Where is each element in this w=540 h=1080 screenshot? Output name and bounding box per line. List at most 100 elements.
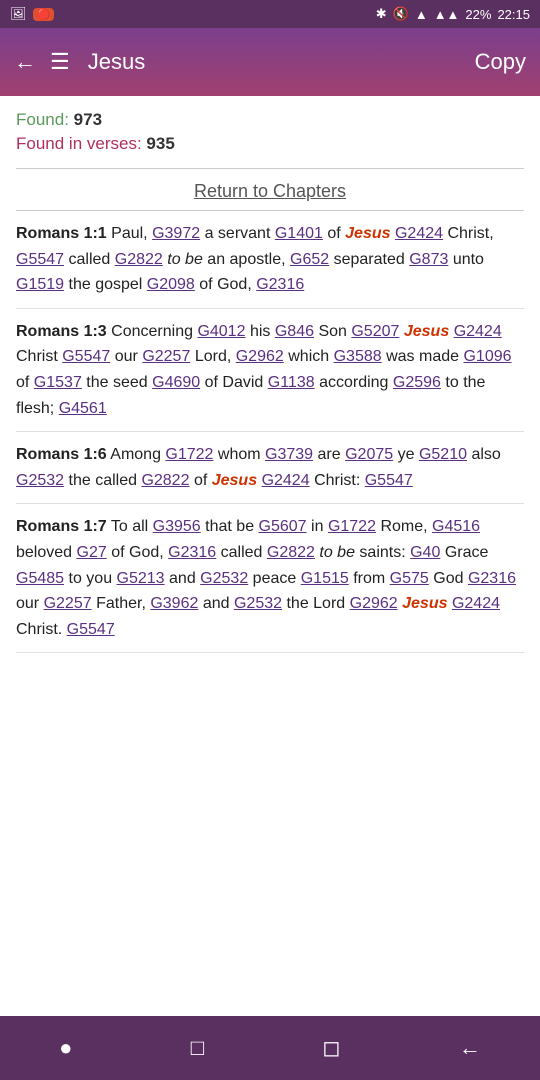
verse-text: Christ.: [16, 621, 67, 638]
greek-link-g3962[interactable]: G3962: [150, 595, 198, 612]
greek-link-g2962b[interactable]: G2962: [350, 595, 398, 612]
greek-link-g2316a[interactable]: G2316: [256, 276, 304, 293]
greek-link-g4561[interactable]: G4561: [59, 400, 107, 417]
greek-link-g2822b[interactable]: G2822: [141, 472, 189, 489]
mute-icon: 🔇: [393, 6, 409, 22]
overview-icon[interactable]: ◻: [322, 1035, 340, 1061]
greek-link-g5213[interactable]: G5213: [117, 570, 165, 587]
verse-text: Grace: [445, 544, 489, 561]
greek-link-g2075[interactable]: G2075: [345, 446, 393, 463]
verse-text: our: [16, 595, 44, 612]
verse-text: called: [221, 544, 267, 561]
greek-link-g652[interactable]: G652: [290, 251, 329, 268]
verse-text: to be an apostle,: [167, 251, 290, 268]
greek-link-g2822a[interactable]: G2822: [115, 251, 163, 268]
greek-link-g2424c[interactable]: G2424: [262, 472, 310, 489]
home-icon[interactable]: ●: [59, 1035, 72, 1061]
verse-text: and: [203, 595, 234, 612]
greek-link-g1401[interactable]: G1401: [275, 225, 323, 242]
greek-link-g873[interactable]: G873: [409, 251, 448, 268]
greek-link-g2098[interactable]: G2098: [147, 276, 195, 293]
found-verses-number: 935: [146, 134, 174, 153]
verse-text: of: [327, 225, 345, 242]
greek-link-g846[interactable]: G846: [275, 323, 314, 340]
greek-link-g1519[interactable]: G1519: [16, 276, 64, 293]
greek-link-g5607[interactable]: G5607: [259, 518, 307, 535]
greek-link-g4516[interactable]: G4516: [432, 518, 480, 535]
jesus-highlight-1-3: Jesus: [404, 323, 449, 340]
greek-link-g2532b[interactable]: G2532: [200, 570, 248, 587]
greek-link-g575[interactable]: G575: [390, 570, 429, 587]
greek-link-g1537[interactable]: G1537: [34, 374, 82, 391]
copy-button[interactable]: Copy: [475, 49, 526, 75]
verse-text: the seed: [86, 374, 152, 391]
return-to-chapters-link[interactable]: Return to Chapters: [16, 181, 524, 202]
content-area: Found: 973 Found in verses: 935 Return t…: [0, 96, 540, 743]
return-link-text[interactable]: Return to Chapters: [194, 181, 346, 201]
greek-link-g2822c[interactable]: G2822: [267, 544, 315, 561]
greek-link-g2316b[interactable]: G2316: [168, 544, 216, 561]
greek-link-g2532a[interactable]: G2532: [16, 472, 64, 489]
greek-link-g5547a[interactable]: G5547: [16, 251, 64, 268]
greek-link-g1722a[interactable]: G1722: [165, 446, 213, 463]
divider-return: [16, 210, 524, 211]
status-right: ✱ 🔇 ▲ ▲▲ 22% 22:15: [376, 6, 530, 22]
greek-link-g2424b[interactable]: G2424: [454, 323, 502, 340]
greek-link-g2596[interactable]: G2596: [393, 374, 441, 391]
greek-link-g2316c[interactable]: G2316: [468, 570, 516, 587]
verse-text: peace: [253, 570, 301, 587]
verse-text: Among: [110, 446, 165, 463]
menu-button[interactable]: ☰: [50, 49, 70, 75]
greek-link-g5547b[interactable]: G5547: [62, 348, 110, 365]
verse-text: our: [115, 348, 143, 365]
greek-link-g5207[interactable]: G5207: [351, 323, 399, 340]
verse-text: beloved: [16, 544, 77, 561]
verse-text: the Lord: [286, 595, 349, 612]
greek-link-g1138[interactable]: G1138: [268, 374, 315, 391]
greek-link-g27[interactable]: G27: [77, 544, 107, 561]
bluetooth-icon: ✱: [376, 6, 387, 22]
greek-link-g4690[interactable]: G4690: [152, 374, 200, 391]
greek-link-g5485[interactable]: G5485: [16, 570, 64, 587]
bottom-nav-bar: ● □ ◻ ←: [0, 1016, 540, 1080]
verse-text: to be saints:: [319, 544, 410, 561]
back-nav-icon[interactable]: ←: [459, 1035, 481, 1061]
greek-link-g3588[interactable]: G3588: [334, 348, 382, 365]
greek-link-g2257b[interactable]: G2257: [44, 595, 92, 612]
verse-text: unto: [453, 251, 484, 268]
greek-link-g3956[interactable]: G3956: [153, 518, 201, 535]
verse-text: a servant: [205, 225, 275, 242]
divider-top: [16, 168, 524, 169]
greek-link-g3972[interactable]: G3972: [152, 225, 200, 242]
greek-link-g5547c[interactable]: G5547: [365, 472, 413, 489]
verse-text: of God,: [111, 544, 168, 561]
greek-link-g1722b[interactable]: G1722: [328, 518, 376, 535]
notification-icon: 🔴: [33, 8, 55, 21]
recent-apps-icon[interactable]: □: [191, 1035, 204, 1061]
greek-link-g2962a[interactable]: G2962: [236, 348, 284, 365]
greek-link-g2424a[interactable]: G2424: [395, 225, 443, 242]
greek-link-g2424d[interactable]: G2424: [452, 595, 500, 612]
found-label: Found:: [16, 110, 69, 129]
greek-link-g2532c[interactable]: G2532: [234, 595, 282, 612]
verse-text: Concerning: [111, 323, 197, 340]
verse-text: Rome,: [380, 518, 432, 535]
greek-link-g5547d[interactable]: G5547: [67, 621, 115, 638]
greek-link-g1515[interactable]: G1515: [301, 570, 349, 587]
greek-link-g5210[interactable]: G5210: [419, 446, 467, 463]
verse-text: Lord,: [195, 348, 236, 365]
greek-link-g3739[interactable]: G3739: [265, 446, 313, 463]
back-button[interactable]: ←: [14, 49, 36, 75]
verse-ref-romans-1-1: Romans 1:1: [16, 225, 107, 242]
greek-link-g1096[interactable]: G1096: [463, 348, 511, 365]
photo-icon: 🖼: [10, 6, 27, 22]
verse-ref-romans-1-7: Romans 1:7: [16, 518, 107, 535]
verse-text: to you: [69, 570, 117, 587]
verse-block-romans-1-3: Romans 1:3 Concerning G4012 his G846 Son…: [16, 319, 524, 432]
top-bar: ← ☰ Jesus Copy: [0, 28, 540, 96]
greek-link-g4012[interactable]: G4012: [197, 323, 245, 340]
greek-link-g2257a[interactable]: G2257: [142, 348, 190, 365]
verse-text: whom: [218, 446, 265, 463]
verse-text: that be: [205, 518, 258, 535]
greek-link-g40[interactable]: G40: [410, 544, 440, 561]
